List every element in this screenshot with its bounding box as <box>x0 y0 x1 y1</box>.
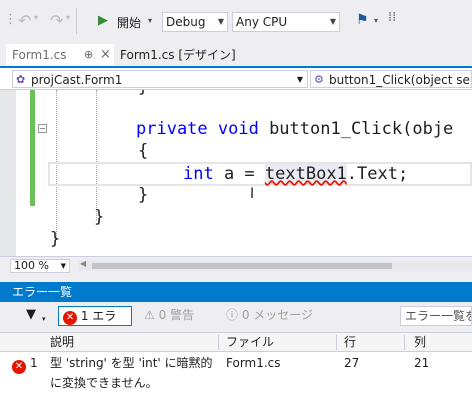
filter-dropdown-icon[interactable]: ▾ <box>38 310 50 330</box>
code-text: button1_Click(obje <box>258 119 454 139</box>
column-line[interactable]: 行 <box>344 333 356 351</box>
messages-count: 0 メッセージ <box>241 308 314 322</box>
error-list-toolbar: ▼ ▾ ✕ 1 エラー ⚠ 0 警告 ⓘ 0 メッセージ エラー一覧を <box>0 302 472 341</box>
zoom-value: 100 % <box>14 259 49 272</box>
horizontal-scrollbar[interactable]: ◀ <box>78 259 472 271</box>
table-row[interactable]: ✕ 1 型 'string' を型 'int' に暗黙的 に変換できません。 F… <box>0 352 472 400</box>
find-in-files-icon[interactable]: ⚑ <box>356 12 369 28</box>
keyword: private void <box>136 119 259 139</box>
platform-value: Any CPU <box>236 15 288 29</box>
error-line: 27 <box>344 356 360 370</box>
scrollbar-thumb[interactable] <box>92 263 392 269</box>
code-text: .Text; <box>346 164 409 184</box>
code-line: } <box>94 207 105 227</box>
code-line: } <box>138 90 148 98</box>
column-separator[interactable] <box>218 335 219 350</box>
play-icon: ▶ <box>98 13 108 28</box>
member-select[interactable]: ⚙ button1_Click(object sender <box>310 70 472 88</box>
code-line: private void button1_Click(obje <box>136 118 453 140</box>
keyword: int <box>183 164 214 184</box>
column-separator[interactable] <box>404 335 405 350</box>
toolbar-grip-icon: ⁞⁞ <box>388 10 397 25</box>
error-squiggle: textBox1 <box>264 164 347 184</box>
toolbar-handle-icon: ⋮ <box>4 12 17 27</box>
class-select[interactable]: ✿ projCast.Form1 ▼ <box>12 70 308 88</box>
chevron-down-icon: ▼ <box>329 17 336 26</box>
chevron-down-icon: ▼ <box>217 17 224 26</box>
zoom-select[interactable]: 100 % ▼ <box>10 259 70 273</box>
warnings-filter-button[interactable]: ⚠ 0 警告 <box>140 306 216 326</box>
method-icon: ⚙ <box>314 73 324 86</box>
error-description-cont: に変換できません。 <box>50 376 158 390</box>
redo-dropdown-icon[interactable]: ▾ <box>66 13 70 22</box>
error-description: 型 'string' を型 'int' に暗黙的 <box>50 356 213 370</box>
search-placeholder: エラー一覧を <box>405 309 472 323</box>
code-line: int a = textBox1.Text; <box>183 163 408 185</box>
indicator-margin <box>0 90 16 256</box>
config-select[interactable]: Debug ▼ <box>162 12 228 32</box>
column-col[interactable]: 列 <box>414 333 426 351</box>
code-line: } <box>50 229 61 249</box>
column-separator[interactable] <box>336 335 337 350</box>
error-icon: ✕ <box>12 356 26 374</box>
code-editor[interactable]: − } private void button1_Click(obje { in… <box>0 90 472 256</box>
tab-form1-code[interactable]: Form1.cs ⊕ × <box>6 44 114 66</box>
code-line: } <box>138 185 149 205</box>
error-list-title: エラー一覧 <box>0 282 472 302</box>
search-error-list-input[interactable]: エラー一覧を <box>400 306 472 326</box>
column-description[interactable]: 説明 <box>50 333 74 351</box>
errors-filter-button[interactable]: ✕ 1 エラー <box>58 306 132 341</box>
pin-icon[interactable]: ⊕ <box>84 44 93 66</box>
code-text: a = <box>213 164 265 184</box>
config-value: Debug <box>166 15 206 29</box>
overflow-icon[interactable]: ▾ <box>374 16 378 25</box>
column-file[interactable]: ファイル <box>226 333 274 351</box>
chevron-down-icon: ▼ <box>60 262 66 270</box>
error-number: 1 <box>30 356 38 370</box>
code-line: { <box>138 141 149 161</box>
chevron-down-icon: ▼ <box>296 75 303 84</box>
tab-label: Form1.cs <box>12 48 67 62</box>
error-icon: ✕ <box>63 311 77 325</box>
editor-status-bar: 100 % ▼ ◀ <box>0 256 472 274</box>
redo-icon[interactable]: ↷ <box>50 11 63 30</box>
messages-filter-button[interactable]: ⓘ 0 メッセージ <box>222 306 322 326</box>
platform-select[interactable]: Any CPU ▼ <box>232 12 340 32</box>
main-toolbar: ⋮ ↶ ▾ ↷ ▾ ▶ 開始 ▾ Debug ▼ Any CPU ▼ ⚑ ▾ ⁞⁞ <box>0 0 472 44</box>
member-value: button1_Click(object sender <box>329 73 471 87</box>
start-button[interactable]: ▶ 開始 ▾ <box>84 11 154 33</box>
error-col: 21 <box>414 356 430 370</box>
document-tabs: Form1.cs ⊕ × Form1.cs [デザイン] <box>0 44 472 66</box>
class-value: projCast.Form1 <box>31 73 123 87</box>
start-dropdown-icon[interactable]: ▾ <box>148 16 152 25</box>
navigation-bar: ✿ projCast.Form1 ▼ ⚙ button1_Click(objec… <box>0 68 472 90</box>
error-list-header: 説明 ファイル 行 列 <box>0 332 472 352</box>
indent-guide <box>96 90 97 220</box>
close-icon[interactable]: × <box>100 44 111 66</box>
warning-icon: ⚠ <box>144 308 155 322</box>
collapse-icon[interactable]: − <box>38 124 47 133</box>
tab-form1-designer[interactable]: Form1.cs [デザイン] <box>114 44 249 66</box>
class-icon: ✿ <box>16 73 26 86</box>
undo-icon[interactable]: ↶ <box>18 11 31 30</box>
text-cursor-icon: I <box>250 186 255 202</box>
scroll-left-icon[interactable]: ◀ <box>80 259 86 268</box>
tab-label: Form1.cs [デザイン] <box>120 48 236 62</box>
info-icon: ⓘ <box>226 308 239 322</box>
undo-dropdown-icon[interactable]: ▾ <box>34 13 38 22</box>
warnings-count: 0 警告 <box>158 308 195 322</box>
error-file: Form1.cs <box>226 356 281 370</box>
start-label: 開始 <box>117 16 142 30</box>
toolbar-separator <box>76 8 77 34</box>
change-tracking-bar <box>30 90 35 206</box>
